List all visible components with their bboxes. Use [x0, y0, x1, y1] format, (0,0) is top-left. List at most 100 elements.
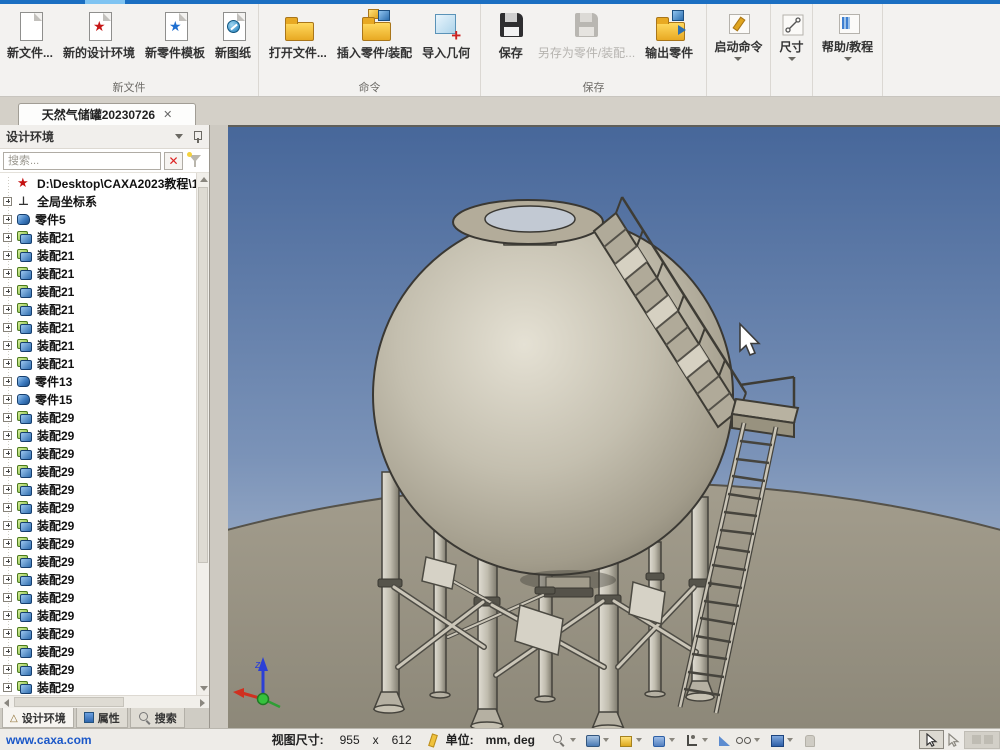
- clear-search-button[interactable]: ✕: [164, 152, 183, 170]
- expand-plus-icon[interactable]: [3, 467, 12, 476]
- insert-part-button[interactable]: 插入零件/装配: [332, 7, 417, 62]
- expand-plus-icon[interactable]: [3, 215, 12, 224]
- expand-plus-icon[interactable]: [3, 323, 12, 332]
- tree-item[interactable]: 装配29: [0, 606, 209, 624]
- chevron-down-icon[interactable]: [702, 738, 708, 742]
- expand-plus-icon[interactable]: [3, 539, 12, 548]
- document-tab[interactable]: 天然气储罐20230726 ✕: [18, 103, 196, 125]
- tree-item[interactable]: 零件13: [0, 372, 209, 390]
- tree-item[interactable]: 装配29: [0, 462, 209, 480]
- expand-plus-icon[interactable]: [3, 395, 12, 404]
- display-yellow-cube-icon[interactable]: [617, 732, 633, 748]
- expand-plus-icon[interactable]: [3, 485, 12, 494]
- help-tutorial-button[interactable]: 帮助/教程: [817, 7, 878, 63]
- tree-item[interactable]: 零件5: [0, 210, 209, 228]
- scroll-up-icon[interactable]: [200, 177, 208, 182]
- tree-item[interactable]: 装配29: [0, 408, 209, 426]
- new-file-button[interactable]: 新文件...: [2, 7, 58, 62]
- tree-horizontal-scrollbar[interactable]: [0, 695, 209, 708]
- expand-plus-icon[interactable]: [3, 683, 12, 692]
- save-as-button[interactable]: 另存为零件/装配...: [533, 7, 640, 62]
- expand-plus-icon[interactable]: [3, 287, 12, 296]
- expand-plus-icon[interactable]: [3, 449, 12, 458]
- close-icon[interactable]: ✕: [163, 108, 172, 121]
- select-cursor-button[interactable]: [919, 730, 944, 749]
- perspective-glasses-icon[interactable]: [735, 732, 751, 748]
- save-button[interactable]: 保存: [489, 7, 533, 62]
- tree-item[interactable]: 装配29: [0, 660, 209, 678]
- chevron-down-icon[interactable]: [570, 738, 576, 742]
- expand-plus-icon[interactable]: [3, 647, 12, 656]
- display-style-icon[interactable]: [768, 732, 784, 748]
- open-file-button[interactable]: 打开文件...: [264, 7, 332, 62]
- import-geometry-button[interactable]: 导入几何: [417, 7, 475, 62]
- tree-item[interactable]: 装配29: [0, 624, 209, 642]
- tree-item[interactable]: 装配29: [0, 552, 209, 570]
- expand-plus-icon[interactable]: [3, 431, 12, 440]
- scroll-right-icon[interactable]: [200, 699, 205, 707]
- manipulator-icon[interactable]: [683, 732, 699, 748]
- dimension-button[interactable]: 尺寸: [770, 7, 814, 63]
- scrollbar-thumb[interactable]: [14, 697, 124, 707]
- expand-plus-icon[interactable]: [3, 305, 12, 314]
- tree-item[interactable]: 装配29: [0, 480, 209, 498]
- new-part-template-button[interactable]: 新零件模板: [140, 7, 210, 62]
- expand-plus-icon[interactable]: [3, 593, 12, 602]
- render-mode-icon[interactable]: [584, 732, 600, 748]
- scrollbar-thumb[interactable]: [198, 187, 208, 563]
- section-view-icon[interactable]: [716, 732, 732, 748]
- tab-properties[interactable]: 属性: [76, 708, 128, 728]
- tree-item[interactable]: 全局坐标系: [0, 192, 209, 210]
- expand-plus-icon[interactable]: [3, 359, 12, 368]
- search-input[interactable]: [3, 152, 161, 170]
- expand-plus-icon[interactable]: [3, 377, 12, 386]
- expand-plus-icon[interactable]: [3, 665, 12, 674]
- tree-item[interactable]: 装配21: [0, 264, 209, 282]
- scroll-left-icon[interactable]: [4, 699, 9, 707]
- expand-plus-icon[interactable]: [3, 521, 12, 530]
- tree-item[interactable]: 装配21: [0, 318, 209, 336]
- chevron-down-icon[interactable]: [669, 738, 675, 742]
- chevron-down-icon[interactable]: [636, 738, 642, 742]
- expand-plus-icon[interactable]: [3, 251, 12, 260]
- expand-plus-icon[interactable]: [3, 629, 12, 638]
- tree-item[interactable]: 装配29: [0, 444, 209, 462]
- tree-item[interactable]: 装配29: [0, 498, 209, 516]
- tree-item[interactable]: 装配29: [0, 570, 209, 588]
- tree-item[interactable]: 装配29: [0, 534, 209, 552]
- tab-search[interactable]: 搜索: [130, 708, 185, 728]
- expand-plus-icon[interactable]: [3, 233, 12, 242]
- pan-icon[interactable]: [801, 732, 817, 748]
- expand-plus-icon[interactable]: [3, 341, 12, 350]
- viewport-3d[interactable]: z: [228, 125, 1000, 728]
- expand-plus-icon[interactable]: [3, 269, 12, 278]
- chevron-down-icon[interactable]: [754, 738, 760, 742]
- scroll-down-icon[interactable]: [200, 686, 208, 691]
- panel-dropdown-icon[interactable]: [175, 134, 183, 139]
- zoom-icon[interactable]: [551, 732, 567, 748]
- tree-item[interactable]: 装配29: [0, 426, 209, 444]
- new-design-env-button[interactable]: 新的设计环境: [58, 7, 140, 62]
- expand-plus-icon[interactable]: [3, 413, 12, 422]
- tree-item[interactable]: 装配21: [0, 228, 209, 246]
- expand-plus-icon[interactable]: [3, 575, 12, 584]
- tree-item[interactable]: 装配21: [0, 300, 209, 318]
- cursor-icon[interactable]: [948, 733, 960, 747]
- tree-item[interactable]: 装配29: [0, 588, 209, 606]
- tree-vertical-scrollbar[interactable]: [196, 173, 209, 695]
- filter-icon[interactable]: [186, 152, 206, 170]
- new-drawing-button[interactable]: 新图纸: [210, 7, 256, 62]
- tree-item[interactable]: D:\Desktop\CAXA2023教程\1:: [0, 174, 209, 192]
- expand-plus-icon[interactable]: [3, 197, 12, 206]
- expand-plus-icon[interactable]: [3, 557, 12, 566]
- display-blue-cube-icon[interactable]: [650, 732, 666, 748]
- tab-design-environment[interactable]: 设计环境: [2, 708, 74, 728]
- tree-item[interactable]: 装配29: [0, 516, 209, 534]
- tree-item[interactable]: 装配29: [0, 642, 209, 660]
- expand-plus-icon[interactable]: [3, 611, 12, 620]
- tree-item[interactable]: 装配29: [0, 678, 209, 695]
- tree-item[interactable]: 装配21: [0, 336, 209, 354]
- tree-item[interactable]: 零件15: [0, 390, 209, 408]
- expand-plus-icon[interactable]: [3, 503, 12, 512]
- chevron-down-icon[interactable]: [603, 738, 609, 742]
